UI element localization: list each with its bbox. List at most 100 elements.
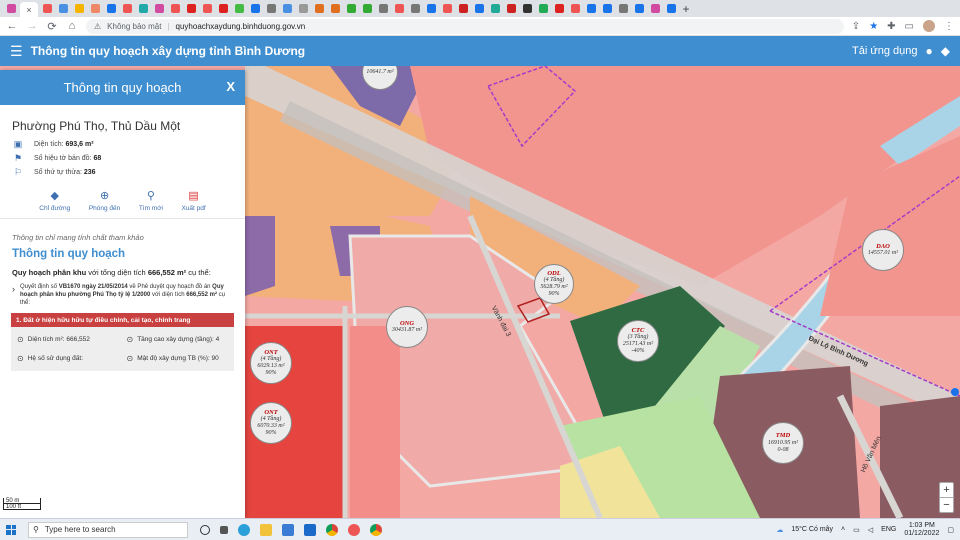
profile-avatar[interactable]: [923, 20, 935, 32]
browser-tab-favicon[interactable]: [392, 3, 406, 15]
weather-text[interactable]: 15°C Có mây: [791, 526, 833, 533]
browser-tab-favicon[interactable]: [312, 3, 326, 15]
browser-tab-favicon[interactable]: [600, 3, 614, 15]
browser-tab-favicon[interactable]: [248, 3, 262, 15]
browser-tab-favicon[interactable]: [360, 3, 374, 15]
browser-tab-favicon[interactable]: [424, 3, 438, 15]
forward-icon[interactable]: →: [26, 20, 38, 32]
browser-tab-favicon[interactable]: [264, 3, 278, 15]
search-icon: ⚲: [33, 525, 39, 534]
file-explorer-icon[interactable]: [260, 523, 272, 536]
badge-area: 5628.79 m²: [540, 284, 568, 291]
browser-tab-favicon[interactable]: [344, 3, 358, 15]
download-app-link[interactable]: Tải ứng dụng: [852, 45, 917, 57]
browser-tab-favicon[interactable]: [664, 3, 678, 15]
new-tab-button[interactable]: +: [680, 2, 692, 16]
notification-icon[interactable]: ▢: [947, 526, 954, 534]
network-icon[interactable]: ▭: [853, 526, 860, 534]
browser-tab-favicon[interactable]: [616, 3, 630, 15]
zoom-out-button[interactable]: −: [940, 498, 953, 512]
browser-tab-favicon[interactable]: [568, 3, 582, 15]
apple-icon[interactable]: ●: [926, 44, 933, 58]
browser-tab-favicon[interactable]: [280, 3, 294, 15]
map-badge[interactable]: ODL (4 Tầng) 5628.79 m² 90%: [534, 264, 574, 304]
url-text: quyhoachxaydung.binhduong.gov.vn: [175, 21, 306, 31]
browser-tab-favicon[interactable]: [536, 3, 550, 15]
browser-tab-favicon[interactable]: [440, 3, 454, 15]
browser-tab-favicon[interactable]: [200, 3, 214, 15]
browser-tab-favicon[interactable]: [88, 3, 102, 15]
share-icon[interactable]: ⇪: [852, 21, 860, 32]
back-icon[interactable]: ←: [6, 20, 18, 32]
browser-tab-favicon[interactable]: [152, 3, 166, 15]
widgets-icon[interactable]: [220, 525, 228, 534]
browser-tab-favicon[interactable]: [328, 3, 342, 15]
map-scale: 50 m 100 ft: [3, 498, 41, 510]
browser-tab-favicon[interactable]: [168, 3, 182, 15]
browser-tab-favicon[interactable]: [552, 3, 566, 15]
chrome-profile-icon[interactable]: [370, 523, 382, 536]
browser-tab-favicon[interactable]: [648, 3, 662, 15]
panel-title: Thông tin quy hoạch: [63, 80, 182, 95]
sidebar-icon[interactable]: ▭: [905, 21, 914, 32]
store-icon[interactable]: [282, 523, 294, 536]
windows-start-icon[interactable]: [6, 524, 16, 535]
close-panel-button[interactable]: X: [226, 79, 235, 94]
map-badge[interactable]: DAO 14557.01 m²: [862, 229, 904, 271]
zoom-to-button[interactable]: ⊕ Phóng đến: [89, 189, 120, 218]
browser-tab-favicon[interactable]: [456, 3, 470, 15]
map-badge[interactable]: ONT (4 Tầng) 6029.13 m² 90%: [250, 342, 292, 384]
map-badge[interactable]: CTC (3 Tầng) 25171.43 m² -40%: [617, 320, 659, 362]
browser-tab-favicon[interactable]: [632, 3, 646, 15]
language-indicator[interactable]: ENG: [881, 526, 896, 533]
export-pdf-button[interactable]: ▤ Xuất pdf: [181, 189, 205, 218]
browser-tab-favicon[interactable]: [56, 3, 70, 15]
browser-tab-favicon[interactable]: [72, 3, 86, 15]
extensions-icon[interactable]: ✚: [887, 21, 895, 32]
browser-tab-favicon[interactable]: [296, 3, 310, 15]
map-badge[interactable]: ONT (4 Tầng) 6070.33 m² 90%: [250, 402, 292, 444]
android-icon[interactable]: ◆: [941, 44, 950, 58]
browser-tab-favicon[interactable]: [136, 3, 150, 15]
browser-tab-favicon[interactable]: [584, 3, 598, 15]
badge-area: 6029.13 m²: [257, 363, 285, 370]
directions-button[interactable]: ◆ Chỉ đường: [39, 189, 70, 218]
browser-tab-favicon[interactable]: [40, 3, 54, 15]
map-badge[interactable]: TMD 16910.95 m² 0-08: [762, 422, 804, 464]
tray-chevron-icon[interactable]: ˄: [841, 526, 845, 533]
taskbar-search[interactable]: ⚲ Type here to search: [28, 521, 188, 538]
browser-tab-favicon[interactable]: [504, 3, 518, 15]
app-icon[interactable]: [348, 523, 360, 536]
clock[interactable]: 1:03 PM 01/12/2022: [904, 522, 939, 537]
zoom-in-button[interactable]: +: [940, 483, 953, 498]
edge-icon[interactable]: [238, 523, 250, 536]
map-badge[interactable]: ONG 30431.87 m²: [386, 306, 428, 348]
browser-tab-favicon[interactable]: [120, 3, 134, 15]
task-view-icon[interactable]: [200, 524, 210, 535]
bookmark-star-icon[interactable]: ★: [869, 21, 878, 32]
decision-item[interactable]: › Quyết định số VB1670 ngày 21/05/2014 v…: [0, 277, 245, 307]
browser-tab-favicon[interactable]: [520, 3, 534, 15]
home-icon[interactable]: ⌂: [66, 20, 78, 32]
browser-tab-favicon[interactable]: [232, 3, 246, 15]
new-search-button[interactable]: ⚲ Tìm mới: [139, 189, 163, 218]
address-bar[interactable]: ⚠ Không bảo mật | quyhoachxaydung.binhdu…: [86, 18, 844, 34]
reload-icon[interactable]: ⟳: [46, 20, 58, 33]
browser-tab-favicon[interactable]: [472, 3, 486, 15]
browser-tab-favicon[interactable]: [184, 3, 198, 15]
browser-tab-favicon[interactable]: [4, 3, 18, 15]
chrome-icon[interactable]: [326, 523, 338, 536]
menu-icon[interactable]: ⋮: [944, 21, 954, 32]
mail-icon[interactable]: [304, 523, 316, 536]
browser-tab-favicon[interactable]: [104, 3, 118, 15]
active-tab-close-icon[interactable]: ×: [20, 2, 38, 17]
browser-tab-favicon[interactable]: [216, 3, 230, 15]
browser-tab-favicon[interactable]: [408, 3, 422, 15]
zone-details: ⊙ Diện tích m²: 666,552 ⊙ Tầng cao xây dựn…: [11, 327, 234, 372]
bullet-icon: ⊙: [126, 335, 134, 345]
browser-tab-favicon[interactable]: [376, 3, 390, 15]
map-sheet-row: ⚑ Số hiệu tờ bản đồ: 68: [0, 151, 245, 165]
volume-icon[interactable]: ◁: [868, 526, 873, 534]
browser-tab-favicon[interactable]: [488, 3, 502, 15]
hamburger-menu-icon[interactable]: ☰: [10, 43, 23, 60]
